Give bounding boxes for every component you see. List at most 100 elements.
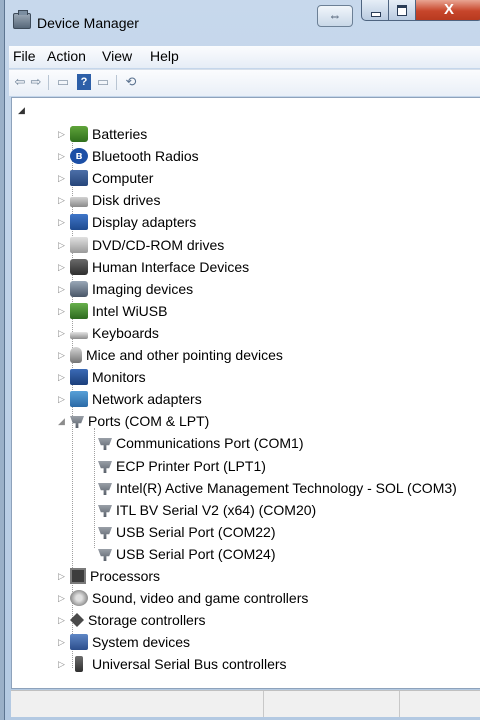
tree-device-label: ITL BV Serial V2 (x64) (COM20) xyxy=(116,502,317,518)
tree-category-label: Network adapters xyxy=(92,391,202,407)
root-expander-icon[interactable]: ◢ xyxy=(18,100,25,120)
tree-category-row[interactable]: ▷ Storage controllers xyxy=(58,610,206,630)
back-arrow-icon[interactable]: ⇦ xyxy=(13,74,27,90)
collapsed-arrow-icon[interactable]: ▷ xyxy=(58,659,66,669)
port-icon xyxy=(98,483,112,495)
tree-device-label: Communications Port (COM1) xyxy=(116,435,304,451)
collapsed-arrow-icon[interactable]: ▷ xyxy=(58,306,66,316)
status-divider xyxy=(399,691,400,717)
collapsed-arrow-icon[interactable]: ▷ xyxy=(58,173,66,183)
tree-category-row[interactable]: ◢ Ports (COM & LPT) xyxy=(58,411,209,431)
collapsed-arrow-icon[interactable]: ▷ xyxy=(58,394,66,404)
tree-category-row[interactable]: ▷ Processors xyxy=(58,566,160,586)
tree-category-row[interactable]: ▷ System devices xyxy=(58,632,190,652)
tree-device-row[interactable]: ITL BV Serial V2 (x64) (COM20) xyxy=(98,500,316,520)
tree-category-label: Keyboards xyxy=(92,325,159,341)
network-icon xyxy=(70,303,88,319)
minimize-button[interactable] xyxy=(361,0,389,21)
collapsed-arrow-icon[interactable]: ▷ xyxy=(58,262,66,272)
tree-category-row[interactable]: ▷ Keyboards xyxy=(58,323,159,343)
tree-category-label: Computer xyxy=(92,170,154,186)
display-adapter-icon xyxy=(70,214,88,230)
tree-category-label: Display adapters xyxy=(92,214,197,230)
port-icon xyxy=(98,461,112,473)
collapsed-arrow-icon[interactable]: ▷ xyxy=(58,571,66,581)
collapsed-arrow-icon[interactable]: ▷ xyxy=(58,372,66,382)
device-manager-window: Device Manager ⇔ X File Action View Help… xyxy=(4,0,480,720)
collapsed-arrow-icon[interactable]: ▷ xyxy=(58,151,66,161)
tree-category-row[interactable]: ▷ Disk drives xyxy=(58,190,160,210)
collapsed-arrow-icon[interactable]: ▷ xyxy=(58,284,66,294)
properties-icon[interactable]: ▭ xyxy=(55,74,71,90)
port-icon xyxy=(98,549,112,561)
network-adapter-icon xyxy=(70,391,88,407)
tree-category-row[interactable]: ▷ Computer xyxy=(58,168,153,188)
menu-file[interactable]: File xyxy=(13,48,36,64)
close-button[interactable]: X xyxy=(415,0,480,21)
tree-category-row[interactable]: ▷ Human Interface Devices xyxy=(58,257,249,277)
tree-category-row[interactable]: ▷ Imaging devices xyxy=(58,279,193,299)
bluetooth-icon: ʙ xyxy=(70,148,88,164)
tree-category-row[interactable]: ▷ Display adapters xyxy=(58,212,196,232)
forward-arrow-icon[interactable]: ⇨ xyxy=(29,74,43,90)
help-icon[interactable]: ? xyxy=(77,74,91,90)
tree-category-label: Sound, video and game controllers xyxy=(92,590,309,606)
collapsed-arrow-icon[interactable]: ▷ xyxy=(58,637,66,647)
computer-icon xyxy=(70,170,88,186)
toolbar-separator xyxy=(48,75,49,90)
disk-drive-icon xyxy=(70,197,88,207)
toolbar-separator xyxy=(116,75,117,90)
tree-device-row[interactable]: Intel(R) Active Management Technology - … xyxy=(98,478,457,498)
tree-category-row[interactable]: ▷ ʙ Bluetooth Radios xyxy=(58,146,199,166)
tree-device-row[interactable]: ECP Printer Port (LPT1) xyxy=(98,456,266,476)
tree-category-label: Storage controllers xyxy=(88,612,206,628)
tree-category-row[interactable]: ▷ Network adapters xyxy=(58,389,202,409)
update-driver-icon[interactable]: ▭ xyxy=(95,74,111,90)
keyboard-icon xyxy=(70,332,88,339)
expanded-arrow-icon[interactable]: ◢ xyxy=(58,416,66,426)
tree-category-row[interactable]: ▷ Monitors xyxy=(58,367,146,387)
menu-help[interactable]: Help xyxy=(150,48,179,64)
device-tree-pane[interactable]: ◢ ▷ Batteries ▷ ʙ Bluetooth Radios ▷ Computer ▷… xyxy=(11,97,480,689)
tree-category-row[interactable]: ▷ Mice and other pointing devices xyxy=(58,345,283,365)
mouse-icon xyxy=(70,347,82,363)
tree-category-row[interactable]: ▷ DVD/CD-ROM drives xyxy=(58,235,224,255)
collapsed-arrow-icon[interactable]: ▷ xyxy=(58,593,66,603)
collapsed-arrow-icon[interactable]: ▷ xyxy=(58,195,66,205)
storage-icon xyxy=(70,613,84,627)
collapsed-arrow-icon[interactable]: ▷ xyxy=(58,350,66,360)
tree-category-label: Bluetooth Radios xyxy=(92,148,199,164)
tree-category-label: Ports (COM & LPT) xyxy=(88,413,210,429)
tree-category-label: Monitors xyxy=(92,369,146,385)
scan-hardware-icon[interactable]: ⟲ xyxy=(123,74,139,90)
tree-device-row[interactable]: USB Serial Port (COM22) xyxy=(98,522,275,542)
tree-device-row[interactable]: Communications Port (COM1) xyxy=(98,433,304,453)
tree-category-row[interactable]: ▷ Intel WiUSB xyxy=(58,301,167,321)
tree-category-row[interactable]: ▷ Batteries xyxy=(58,124,147,144)
port-icon xyxy=(98,527,112,539)
tree-category-label: Human Interface Devices xyxy=(92,259,250,275)
menu-action[interactable]: Action xyxy=(47,48,86,64)
port-icon xyxy=(70,416,84,428)
camera-icon xyxy=(70,281,88,297)
tree-category-label: Universal Serial Bus controllers xyxy=(92,656,287,672)
collapsed-arrow-icon[interactable]: ▷ xyxy=(58,328,66,338)
snap-icon[interactable]: ⇔ xyxy=(317,5,353,27)
hid-icon xyxy=(70,259,88,275)
title-bar[interactable]: Device Manager ⇔ X xyxy=(5,0,480,44)
tree-device-row[interactable]: USB Serial Port (COM24) xyxy=(98,544,275,564)
usb-icon xyxy=(75,656,83,672)
tree-category-label: Disk drives xyxy=(92,192,161,208)
tree-category-label: Processors xyxy=(90,568,161,584)
collapsed-arrow-icon[interactable]: ▷ xyxy=(58,240,66,250)
window-title: Device Manager xyxy=(37,15,139,31)
menu-view[interactable]: View xyxy=(102,48,132,64)
collapsed-arrow-icon[interactable]: ▷ xyxy=(58,129,66,139)
tree-category-row[interactable]: ▷ Sound, video and game controllers xyxy=(58,588,308,608)
collapsed-arrow-icon[interactable]: ▷ xyxy=(58,615,66,625)
device-manager-app-icon xyxy=(13,10,31,29)
maximize-button[interactable] xyxy=(388,0,416,21)
menu-bar: File Action View Help xyxy=(9,46,480,68)
tree-category-row[interactable]: ▷ Universal Serial Bus controllers xyxy=(58,654,287,674)
collapsed-arrow-icon[interactable]: ▷ xyxy=(58,217,66,227)
